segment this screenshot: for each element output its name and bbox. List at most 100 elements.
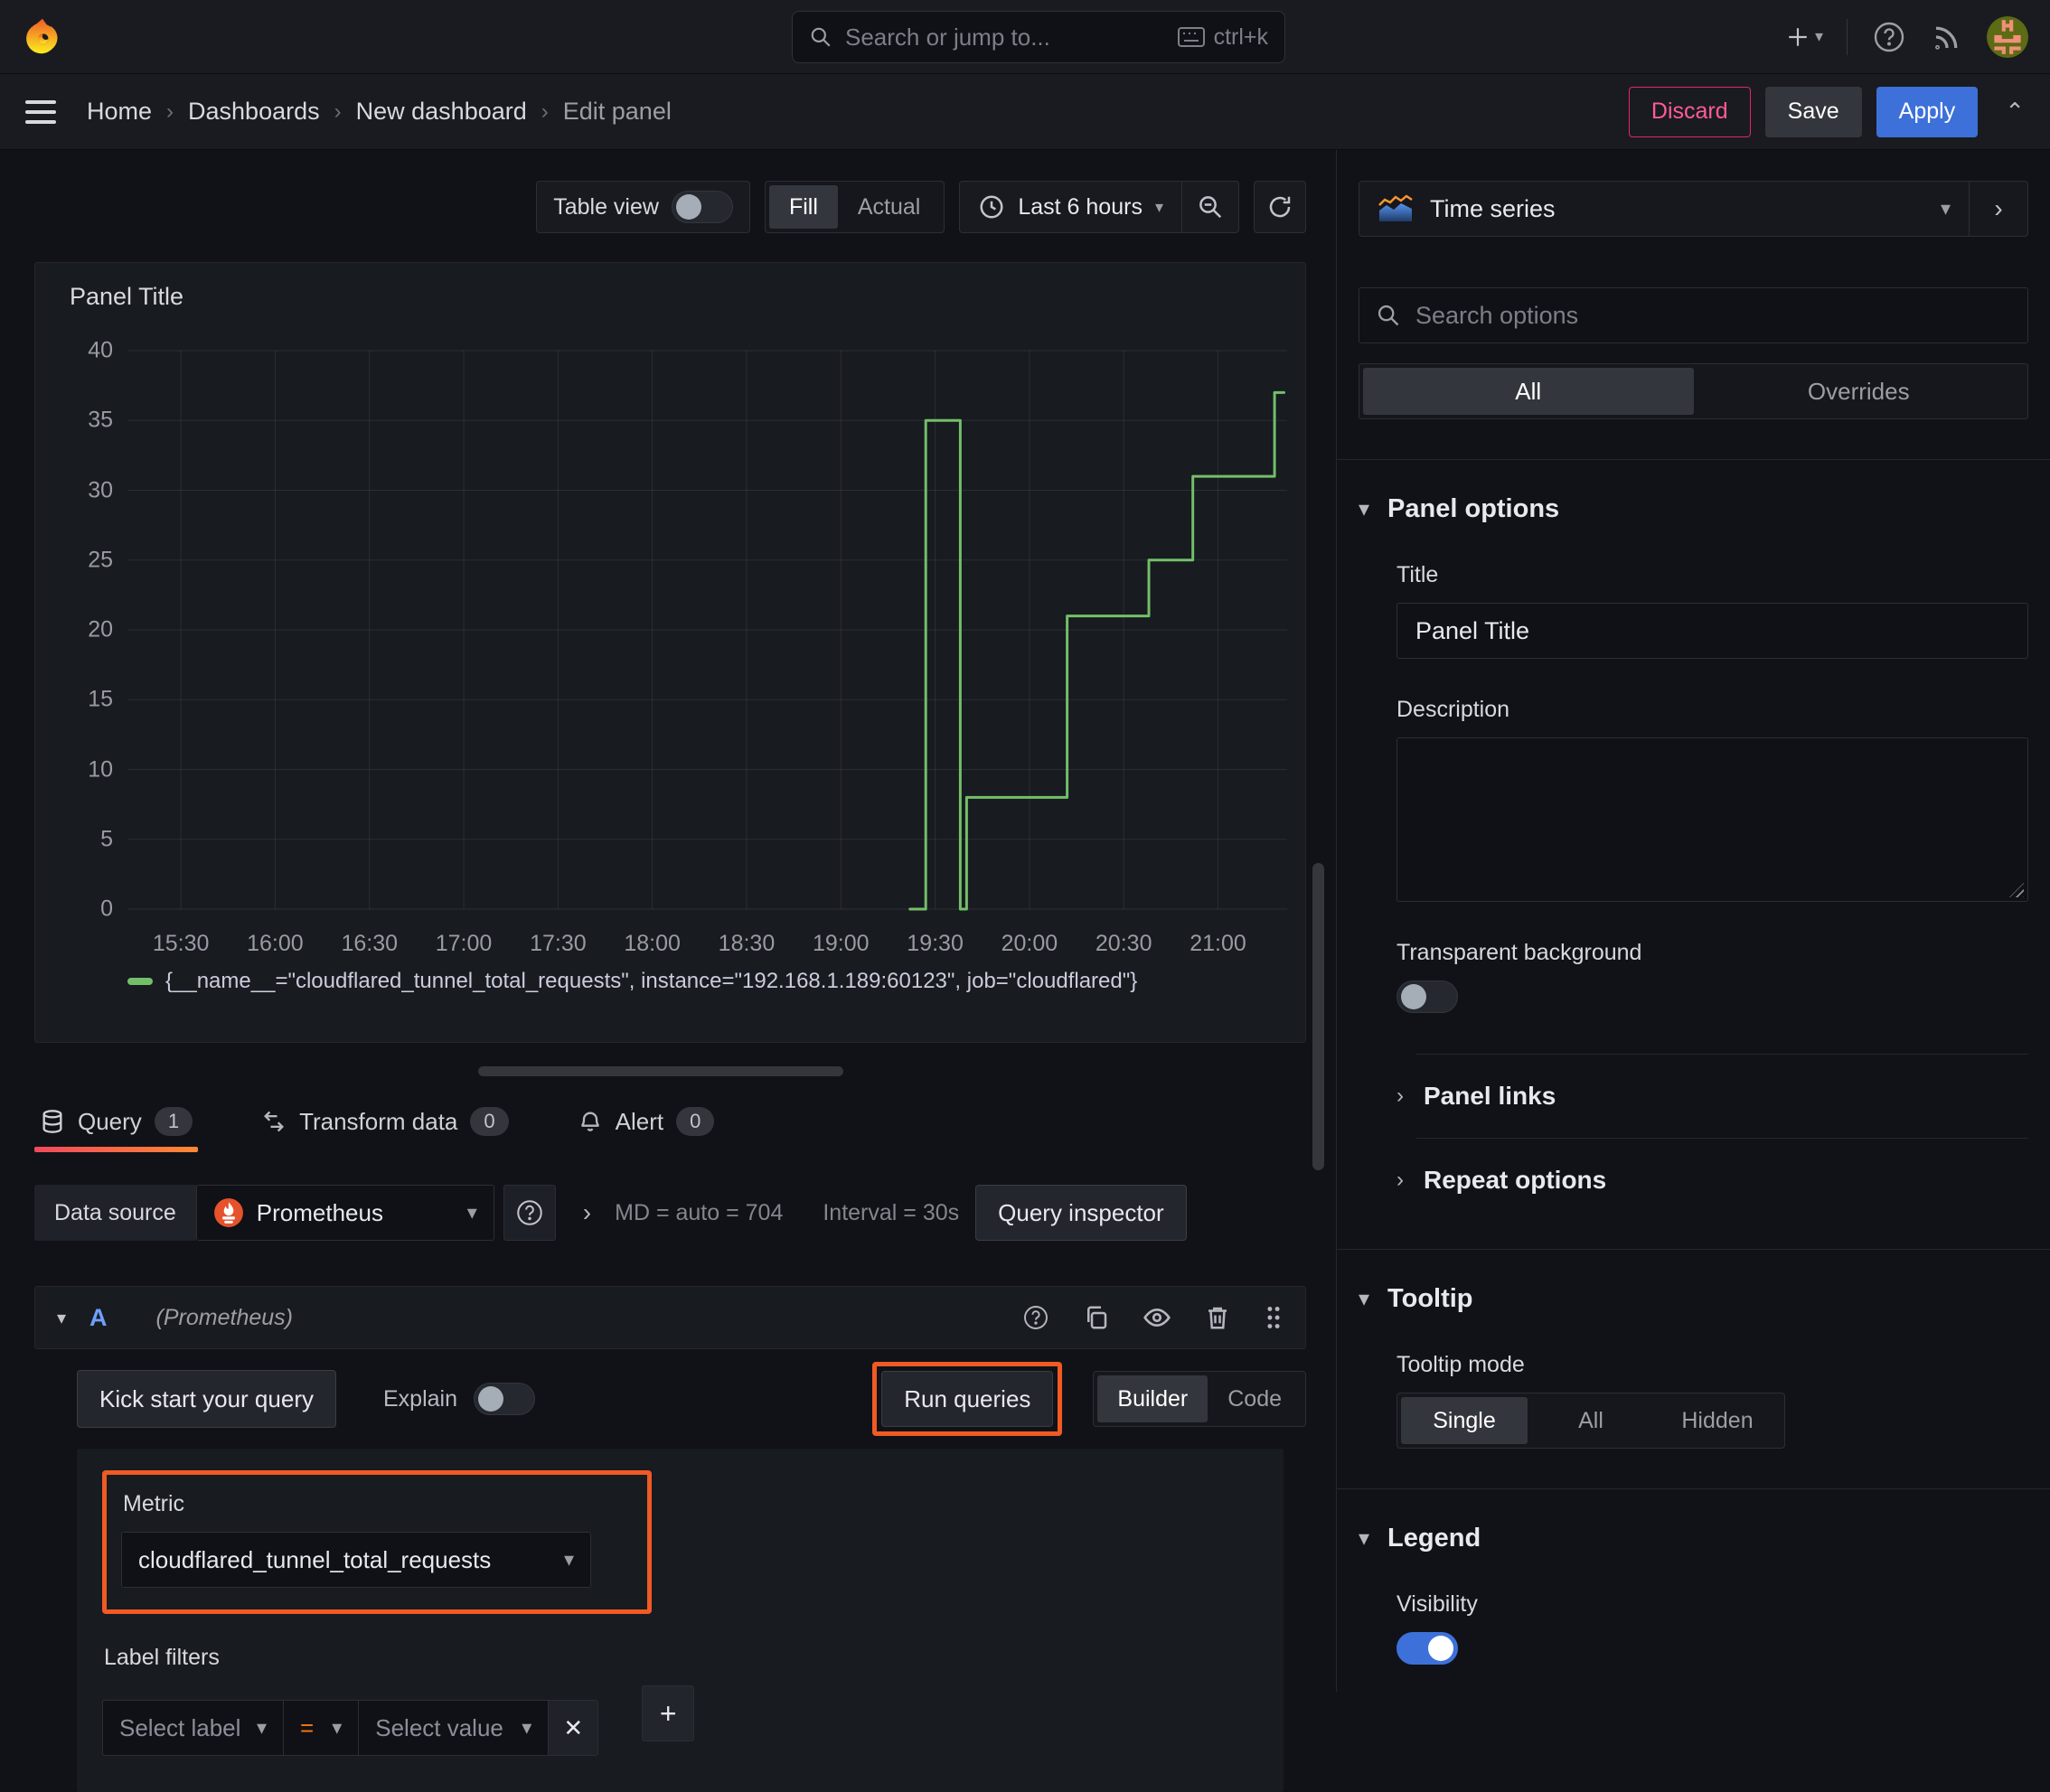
y-tick-label: 40 bbox=[88, 337, 113, 363]
breadcrumb-new-dashboard[interactable]: New dashboard bbox=[356, 98, 527, 126]
user-avatar[interactable] bbox=[1987, 15, 2028, 58]
remove-filter-button[interactable]: ✕ bbox=[548, 1700, 599, 1756]
zoom-out-button[interactable] bbox=[1181, 182, 1238, 232]
x-tick-label: 18:30 bbox=[718, 931, 776, 956]
tab-transform-label: Transform data bbox=[299, 1107, 458, 1135]
discard-button[interactable]: Discard bbox=[1628, 86, 1751, 137]
collapse-options-icon[interactable]: ⌃ bbox=[2005, 98, 2025, 126]
select-label-dropdown[interactable]: Select label ▾ bbox=[102, 1700, 283, 1756]
apply-button[interactable]: Apply bbox=[1876, 86, 1979, 137]
hide-response-eye-icon[interactable] bbox=[1143, 1303, 1171, 1332]
chart-legend: {__name__="cloudflared_tunnel_total_requ… bbox=[127, 969, 1287, 994]
code-option[interactable]: Code bbox=[1208, 1375, 1302, 1422]
description-textarea[interactable] bbox=[1396, 737, 2028, 902]
table-view-toggle[interactable] bbox=[671, 191, 733, 223]
tooltip-single-option[interactable]: Single bbox=[1401, 1397, 1528, 1444]
chart-plot[interactable] bbox=[127, 342, 1287, 920]
actual-option[interactable]: Actual bbox=[838, 185, 940, 229]
builder-code-group: Builder Code bbox=[1093, 1371, 1306, 1427]
menu-toggle-icon[interactable] bbox=[25, 99, 56, 124]
datasource-label: Data source bbox=[34, 1185, 196, 1241]
collapse-stats-icon[interactable]: › bbox=[583, 1198, 591, 1227]
breadcrumb-separator: › bbox=[166, 99, 174, 124]
title-field-label: Title bbox=[1396, 562, 1439, 587]
legend-visibility-toggle[interactable] bbox=[1396, 1632, 1458, 1665]
resize-handle-icon[interactable] bbox=[2009, 883, 2024, 897]
fill-actual-group: Fill Actual bbox=[764, 181, 945, 233]
tab-all-options[interactable]: All bbox=[1363, 368, 1694, 415]
chevron-down-icon: ▾ bbox=[1940, 197, 1951, 220]
search-icon bbox=[1376, 303, 1401, 328]
clock-icon bbox=[978, 193, 1005, 220]
select-value-dropdown[interactable]: Select value ▾ bbox=[358, 1700, 549, 1756]
query-ref-id: A bbox=[89, 1303, 108, 1331]
x-tick-label: 17:00 bbox=[435, 931, 493, 956]
tooltip-hidden-option[interactable]: Hidden bbox=[1654, 1397, 1781, 1444]
run-queries-button[interactable]: Run queries bbox=[881, 1371, 1054, 1427]
repeat-options-section[interactable]: › Repeat options bbox=[1387, 1139, 2028, 1222]
query-inspector-button[interactable]: Query inspector bbox=[975, 1185, 1187, 1241]
datasource-help-button[interactable] bbox=[503, 1185, 556, 1241]
chevron-down-icon: ▾ bbox=[1814, 27, 1823, 45]
tab-overrides[interactable]: Overrides bbox=[1694, 368, 2025, 415]
search-icon bbox=[809, 25, 832, 49]
tab-alert[interactable]: Alert 0 bbox=[572, 1094, 720, 1152]
query-help-icon[interactable] bbox=[1021, 1303, 1050, 1332]
tab-transform-data[interactable]: Transform data 0 bbox=[256, 1094, 514, 1152]
visualization-picker[interactable]: Time series ▾ bbox=[1359, 182, 1969, 236]
series-label[interactable]: {__name__="cloudflared_tunnel_total_requ… bbox=[165, 969, 1137, 994]
pane-resize-handle[interactable] bbox=[478, 1066, 843, 1076]
duplicate-query-icon[interactable] bbox=[1083, 1304, 1110, 1331]
add-filter-button[interactable]: + bbox=[642, 1685, 695, 1741]
timeseries-viz-icon bbox=[1378, 194, 1414, 223]
panel-options-header[interactable]: ▾ Panel options bbox=[1359, 494, 2028, 524]
global-search-input[interactable]: Search or jump to... ctrl+k bbox=[792, 11, 1285, 63]
refresh-button[interactable] bbox=[1254, 181, 1306, 233]
series-color-swatch[interactable] bbox=[127, 978, 153, 985]
query-row-header[interactable]: ▾ A (Prometheus) bbox=[34, 1286, 1306, 1349]
panel-links-section[interactable]: › Panel links bbox=[1387, 1055, 2028, 1138]
builder-option[interactable]: Builder bbox=[1097, 1375, 1208, 1422]
time-range-picker[interactable]: Last 6 hours ▾ bbox=[960, 182, 1181, 232]
chevron-down-icon[interactable]: ▾ bbox=[57, 1307, 66, 1329]
explain-toggle[interactable] bbox=[473, 1383, 535, 1415]
delete-query-trash-icon[interactable] bbox=[1204, 1304, 1231, 1331]
breadcrumb-dashboards[interactable]: Dashboards bbox=[188, 98, 320, 126]
search-options-input[interactable]: Search options bbox=[1359, 287, 2028, 343]
metric-select[interactable]: cloudflared_tunnel_total_requests ▾ bbox=[121, 1532, 591, 1588]
y-tick-label: 25 bbox=[88, 547, 113, 573]
breadcrumb-home[interactable]: Home bbox=[87, 98, 152, 126]
tab-query-label: Query bbox=[78, 1107, 142, 1135]
kick-start-button[interactable]: Kick start your query bbox=[77, 1370, 336, 1428]
query-tabs: Query 1 Transform data 0 Alert 0 bbox=[34, 1094, 1306, 1152]
tooltip-section-header[interactable]: ▾ Tooltip bbox=[1359, 1284, 2028, 1314]
divider bbox=[1337, 1249, 2050, 1250]
tooltip-all-option[interactable]: All bbox=[1528, 1397, 1654, 1444]
tab-alert-label: Alert bbox=[615, 1107, 664, 1135]
search-placeholder: Search or jump to... bbox=[845, 23, 1050, 51]
transparent-bg-toggle[interactable] bbox=[1396, 980, 1458, 1013]
fill-option[interactable]: Fill bbox=[768, 185, 838, 229]
help-icon[interactable] bbox=[1871, 19, 1907, 55]
breadcrumb: Home › Dashboards › New dashboard › Edit… bbox=[87, 98, 672, 126]
nav-bar: Home › Dashboards › New dashboard › Edit… bbox=[0, 74, 2050, 150]
chevron-down-icon: ▾ bbox=[522, 1716, 532, 1739]
save-button[interactable]: Save bbox=[1764, 86, 1862, 137]
tooltip-section-title: Tooltip bbox=[1387, 1284, 1473, 1313]
news-rss-icon[interactable] bbox=[1931, 21, 1963, 53]
y-tick-label: 10 bbox=[88, 756, 113, 782]
chevron-down-icon: ▾ bbox=[1154, 197, 1163, 216]
vertical-scrollbar[interactable] bbox=[1312, 863, 1324, 1170]
divider bbox=[1337, 459, 2050, 460]
expand-viz-list-button[interactable]: › bbox=[1969, 182, 2027, 236]
drag-handle-icon[interactable] bbox=[1264, 1304, 1284, 1331]
bell-icon bbox=[578, 1109, 603, 1134]
legend-section-header[interactable]: ▾ Legend bbox=[1359, 1524, 2028, 1553]
new-menu-button[interactable]: ▾ bbox=[1786, 25, 1823, 49]
panel-title-input[interactable]: Panel Title bbox=[1396, 603, 2028, 659]
grafana-logo-icon[interactable] bbox=[22, 16, 63, 58]
tab-query[interactable]: Query 1 bbox=[34, 1094, 199, 1152]
operator-dropdown[interactable]: = ▾ bbox=[283, 1700, 359, 1756]
datasource-picker[interactable]: Prometheus ▾ bbox=[195, 1185, 494, 1241]
tab-query-badge: 1 bbox=[154, 1107, 193, 1136]
